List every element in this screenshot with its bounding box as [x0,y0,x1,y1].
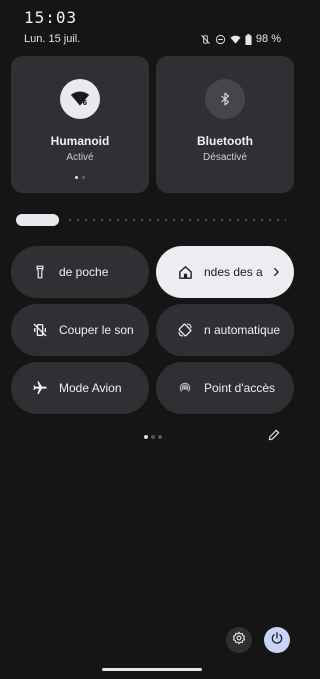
mute-icon [30,320,50,340]
airplane-icon [30,378,50,398]
tiles-page-indicator [0,435,305,439]
auto-rotate-icon [175,320,195,340]
power-icon [270,631,284,650]
home-controls-label: ndes des a [204,265,263,279]
status-icons: 98 % [200,33,281,45]
bluetooth-title: Bluetooth [197,134,253,148]
power-button[interactable] [264,627,290,653]
brightness-track [66,219,286,221]
mute-label: Couper le son [59,323,134,337]
hotspot-label: Point d'accès [204,381,275,395]
wifi-status: Activé [66,152,94,163]
battery-icon [245,33,252,45]
gear-icon [232,631,246,650]
mute-tile[interactable]: Couper le son [11,304,149,356]
hotspot-icon [175,378,195,398]
battery-percent: 98 % [255,33,281,45]
wifi-icon [230,34,241,45]
bluetooth-tile[interactable]: Bluetooth Désactivé [156,56,294,193]
flashlight-label: de poche [59,265,109,279]
network-page-indicator [11,176,149,179]
vibrate-off-icon [200,34,211,45]
brightness-fill [16,214,59,226]
auto-rotate-label: n automatique [204,323,281,337]
airplane-mode-tile[interactable]: Mode Avion [11,362,149,414]
clock: 15:03 [24,8,78,27]
bluetooth-status: Désactivé [203,152,247,163]
wifi-tile[interactable]: 6 Humanoid Activé [11,56,149,193]
svg-text:6: 6 [83,99,88,107]
bluetooth-icon [205,79,245,119]
home-controls-tile[interactable]: ndes des a [156,246,294,298]
home-indicator[interactable] [102,668,202,671]
wifi-6-icon: 6 [60,79,100,119]
chevron-right-icon [268,266,284,278]
wifi-network-name: Humanoid [50,134,110,148]
hotspot-tile[interactable]: Point d'accès [156,362,294,414]
edit-icon[interactable] [267,428,285,446]
flashlight-icon [30,262,50,282]
airplane-mode-label: Mode Avion [59,381,122,395]
do-not-disturb-icon [215,34,226,45]
home-icon [175,262,195,282]
brightness-slider[interactable] [16,214,286,226]
flashlight-tile[interactable]: de poche [11,246,149,298]
auto-rotate-tile[interactable]: n automatique [156,304,294,356]
date: Lun. 15 juil. [24,33,81,45]
settings-button[interactable] [226,627,252,653]
